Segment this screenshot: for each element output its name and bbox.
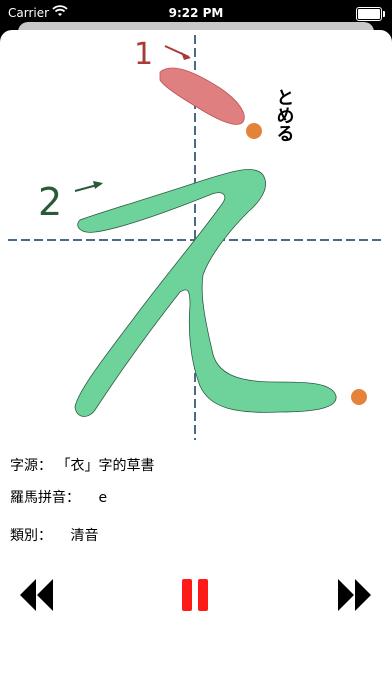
romaji-label: 羅馬拼音：: [10, 490, 80, 506]
romaji-row: 羅馬拼音： e: [10, 487, 107, 507]
fast-forward-icon: [338, 579, 371, 611]
type-row: 類別： 清音: [10, 525, 98, 545]
playback-controls: [0, 573, 392, 617]
stroke-1-shape: [159, 67, 245, 125]
origin-value: 「衣」字的草書: [56, 458, 155, 474]
origin-label: 字源：: [10, 458, 52, 474]
battery-icon: [356, 7, 385, 21]
pause-icon: [182, 579, 208, 611]
type-label: 類別：: [10, 528, 52, 544]
romaji-value: e: [98, 490, 108, 506]
clock-time: 9:22 PM: [168, 6, 224, 20]
stroke-1-end-dot: [246, 123, 262, 139]
origin-row: 字源： 「衣」字的草書: [10, 455, 154, 475]
stroke-number-1: 1: [134, 37, 153, 72]
stroke-2-shape: [74, 169, 337, 417]
stroke-2-end-dot: [351, 389, 367, 405]
stroke-note: とめる: [274, 88, 295, 142]
rewind-button[interactable]: [16, 573, 60, 617]
rewind-icon: [20, 579, 53, 611]
forward-button[interactable]: [334, 573, 378, 617]
pause-button[interactable]: [178, 573, 214, 617]
stroke-1-arrow: [164, 45, 191, 60]
stroke-number-2: 2: [38, 180, 62, 224]
stroke-2-arrow: [74, 181, 103, 192]
character-stroke-diagram: 1 2 とめる: [8, 35, 384, 440]
type-value: 清音: [70, 528, 99, 544]
